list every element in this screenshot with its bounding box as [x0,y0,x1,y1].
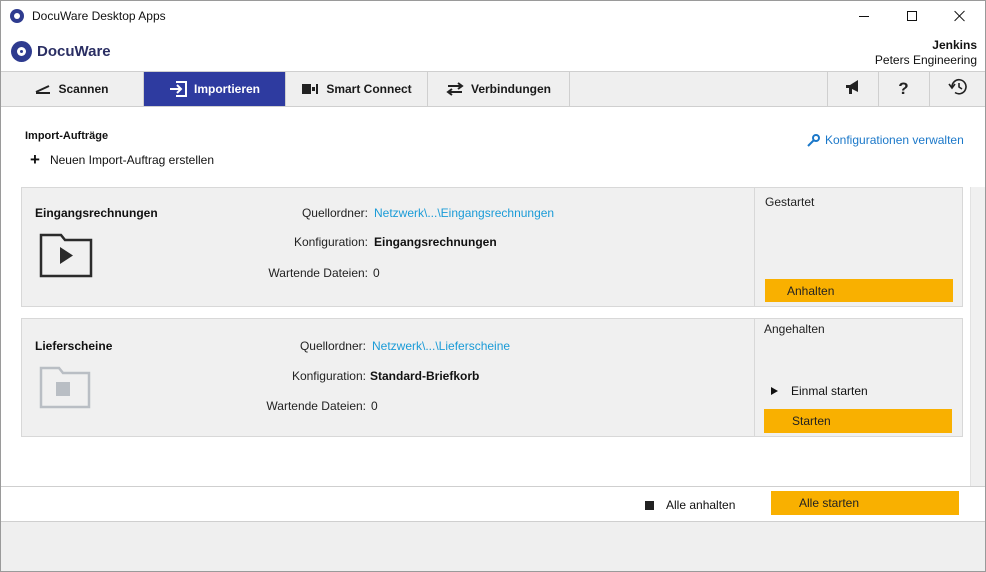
import-icon [169,81,187,97]
folder-stopped-icon [39,366,91,412]
help-button[interactable]: ? [878,72,928,106]
waiting-files-count: 0 [371,399,378,413]
configuration-label: Konfiguration: [293,235,368,249]
source-folder-link[interactable]: Netzwerk\...\Eingangsrechnungen [374,206,554,220]
close-button[interactable] [937,1,983,31]
job-actions-panel: Angehalten Einmal starten Starten [754,319,962,436]
new-job-label: Neuen Import-Auftrag erstellen [49,153,215,167]
maximize-icon [907,11,917,21]
folder-play-icon [39,233,93,281]
title-bar: DocuWare Desktop Apps [1,1,985,31]
smart-connect-icon [301,82,319,96]
announcements-button[interactable] [827,72,877,106]
manage-configurations-link[interactable]: Konfigurationen verwalten [807,133,964,147]
stop-icon [645,500,654,510]
tab-label: Verbindungen [470,82,551,96]
close-icon [954,10,966,22]
job-name: Lieferscheine [35,339,113,353]
megaphone-icon [844,79,862,100]
stop-button-label: Anhalten [787,283,835,298]
section-title: Import-Aufträge [25,130,109,142]
stop-all-label: Alle anhalten [666,498,736,512]
status-bar [1,521,985,571]
tab-bar: Scannen Importieren Smart Connect Verbin… [1,71,985,107]
source-folder-link[interactable]: Netzwerk\...\Lieferscheine [372,339,510,353]
swap-arrows-icon [446,82,464,96]
history-icon [947,78,968,101]
waiting-files-count: 0 [373,266,380,280]
history-button[interactable] [929,72,985,106]
import-job-card: Lieferscheine Quellordner: Netzwerk\...\… [21,318,963,437]
waiting-files-label: Wartende Dateien: [266,399,366,413]
stop-button[interactable]: Anhalten [765,279,953,302]
app-window: DocuWare Desktop Apps DocuWare Jenkins P… [0,0,986,572]
config-link-label: Konfigurationen verwalten [825,133,964,147]
configuration-label: Konfiguration: [291,369,366,383]
help-icon: ? [898,79,909,98]
job-status: Angehalten [764,322,825,336]
job-actions-panel: Gestartet Anhalten [754,188,962,306]
tab-scannen[interactable]: Scannen [1,72,144,106]
footer-bar: Alle anhalten Alle starten [1,486,985,521]
stop-all-button[interactable]: Alle anhalten [645,498,735,512]
user-name: Jenkins [932,38,977,52]
tab-importieren[interactable]: Importieren [144,72,286,106]
job-name: Eingangsrechnungen [35,206,158,220]
minimize-button[interactable] [841,1,887,31]
brand-name: DocuWare [37,42,111,60]
source-folder-label: Quellordner: [299,339,366,353]
tab-smart-connect[interactable]: Smart Connect [286,72,428,106]
window-title: DocuWare Desktop Apps [32,9,166,23]
tab-label: Smart Connect [326,82,412,96]
brand-logo: DocuWare [11,40,111,62]
minimize-icon [859,15,869,17]
play-icon [771,387,778,395]
import-job-card: Eingangsrechnungen Quellordner: Netzwerk… [21,187,963,307]
tab-label: Importieren [193,82,260,96]
scanner-icon [35,83,51,95]
configuration-value: Standard-Briefkorb [370,369,480,383]
vertical-scrollbar[interactable] [970,187,985,486]
user-company: Peters Engineering [874,53,977,67]
docuware-logo-icon [11,40,32,62]
docuware-app-icon [10,9,24,23]
start-all-label: Alle starten [799,496,860,510]
start-button[interactable]: Starten [764,409,952,433]
new-import-job-button[interactable]: + Neuen Import-Auftrag erstellen [30,150,215,169]
waiting-files-label: Wartende Dateien: [268,266,368,280]
wrench-icon [807,133,820,147]
job-status: Gestartet [765,195,815,209]
start-button-label: Starten [792,414,831,428]
run-once-button[interactable]: Einmal starten [771,384,868,398]
start-all-button[interactable]: Alle starten [771,491,959,515]
tab-verbindungen[interactable]: Verbindungen [428,72,570,106]
user-info: Jenkins Peters Engineering [875,38,977,67]
run-once-label: Einmal starten [791,384,868,398]
plus-icon: + [30,150,40,169]
configuration-value: Eingangsrechnungen [374,235,497,249]
maximize-button[interactable] [889,1,935,31]
source-folder-label: Quellordner: [301,206,368,220]
tab-label: Scannen [58,82,109,96]
